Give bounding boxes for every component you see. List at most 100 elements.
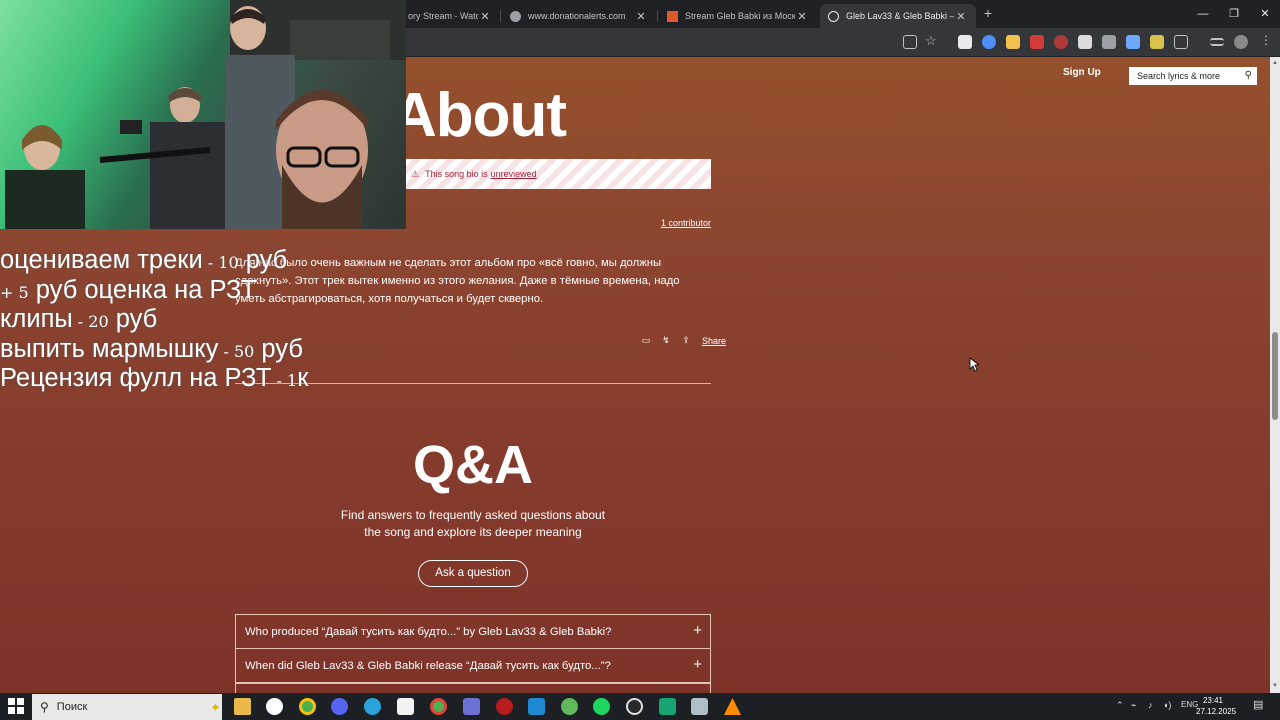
price-value: - 1 [271,371,298,390]
faq-item[interactable]: When did Gleb Lav33 & Gleb Babki release… [235,648,711,683]
close-window-button[interactable]: ✕ [1250,5,1280,23]
search-placeholder: Search lyrics & more [1137,71,1221,81]
extension-5-icon[interactable] [1054,35,1068,49]
microphone-icon[interactable]: ♪ [1148,700,1153,710]
scroll-thumb[interactable] [1272,332,1278,420]
calculator-icon[interactable] [463,698,480,715]
tab-twitch[interactable]: ory Stream - Watch ✕ [400,4,500,28]
unreviewed-link[interactable]: unreviewed [491,169,537,179]
camera-icon[interactable] [1102,35,1116,49]
chrome-icon[interactable] [299,698,316,715]
app-icon[interactable] [397,698,414,715]
shield-app-icon[interactable] [659,698,676,715]
extension-1-icon[interactable] [958,35,972,49]
close-icon[interactable]: ✕ [478,10,492,23]
scroll-down-icon[interactable]: ▼ [1272,683,1278,689]
mouse-cursor-icon [969,357,979,372]
app-gray-icon[interactable] [691,698,708,715]
yandex-browser-icon[interactable] [266,698,283,715]
tab-label: www.donationalerts.com [528,11,626,21]
price-unit: руб [254,334,303,363]
avatar[interactable] [1234,35,1248,49]
faq-item[interactable] [235,683,711,693]
expand-plus-icon[interactable]: + [693,657,702,673]
price-line: клипы - 20 руб [0,306,308,336]
search-input[interactable]: Search lyrics & more ⚲ [1129,67,1257,85]
spotify-icon[interactable] [593,698,610,715]
close-icon[interactable]: ✕ [954,10,968,23]
minimize-button[interactable]: — [1188,5,1218,23]
faq-question: When did Gleb Lav33 & Gleb Babki release… [245,659,611,672]
qa-heading: Q&A [413,435,533,495]
windows-start-icon[interactable] [8,698,24,714]
reading-list-icon[interactable] [1210,38,1224,46]
extension-9-icon[interactable] [1150,35,1164,49]
search-icon: ⚲ [40,700,49,714]
app-dark-icon[interactable] [626,698,643,715]
extension-4-icon[interactable] [1030,35,1044,49]
taskbar-search-label: Поиск [56,701,88,713]
close-icon[interactable]: ✕ [795,10,809,23]
chrome-active-icon[interactable] [430,698,447,715]
price-line: + 5 руб оценка на РЗТ [0,276,308,307]
extension-2-icon[interactable] [982,35,996,49]
sparkle-icon: ✦ [210,700,221,715]
webcam-scene [5,0,406,229]
translate-icon[interactable] [903,35,917,49]
bio-status-banner: ⚠ This song bio is unreviewed [405,159,711,189]
donation-price-list: оцениваем треки - 10 руб + 5 руб оценка … [0,247,308,395]
discord-icon[interactable] [331,698,348,715]
share-button[interactable]: Share [702,336,726,346]
contributor-link[interactable]: 1 contributor [661,218,711,228]
volume-icon[interactable]: ◖) [1163,700,1171,710]
menu-icon[interactable]: ⋮ [1260,33,1274,47]
network-icon[interactable]: ⌁ [1131,700,1136,711]
scroll-up-icon[interactable]: ▲ [1272,60,1278,66]
bio-actions: ▭ ↯ ⇪ Share [636,335,726,346]
tray-chevron-icon[interactable]: ⌃ [1116,700,1124,711]
comment-icon[interactable]: ▭ [636,335,656,346]
clock-date: 27.12.2025 [1196,707,1237,716]
taskbar-search-input[interactable]: ⚲ Поиск ✦ [32,694,222,720]
tab-stream[interactable]: Stream Gleb Babki из Москвы ✕ [659,4,817,28]
obs-icon[interactable] [496,698,513,715]
price-unit: руб [238,246,288,274]
page-scrollbar[interactable]: ▲ ▼ [1270,57,1280,693]
price-item: выпить мармышку [0,334,219,363]
warning-icon: ⚠ [411,168,420,179]
webcam-feed [0,0,406,229]
qa-subtitle: Find answers to frequently asked questio… [235,507,711,541]
tab-label: Gleb Lav33 & Gleb Babki – Дав [846,11,954,21]
about-heading: About [392,81,567,150]
restore-button[interactable]: ❐ [1219,5,1249,23]
price-value: - 10 [202,253,239,272]
price-unit: руб [108,305,158,333]
price-item: Рецензия фулл на РЗТ [0,364,272,392]
upvote-icon[interactable]: ↯ [656,335,676,346]
new-tab-button[interactable]: + [980,6,996,22]
bookmark-star-icon[interactable]: ☆ [925,33,939,48]
tab-genius[interactable]: Gleb Lav33 & Gleb Babki – Дав ✕ [820,4,976,28]
tab-donationalerts[interactable]: www.donationalerts.com ✕ [502,4,656,28]
file-explorer-icon[interactable] [234,698,251,715]
sign-up-link[interactable]: Sign Up [1063,67,1101,78]
notification-icon[interactable]: ▤ [1253,698,1263,711]
ask-question-button[interactable]: Ask a question [418,560,528,587]
share-icon[interactable]: ⇪ [676,335,696,346]
price-line: выпить мармышку - 50 руб [0,334,308,366]
taskbar-clock[interactable]: 23:41 27.12.2025 [1196,695,1237,717]
qa-subtitle-line: the song and explore its deeper meaning [364,525,582,539]
extensions-puzzle-icon[interactable] [1174,35,1188,49]
search-icon[interactable]: ⚲ [1245,70,1252,81]
extension-3-icon[interactable] [1006,35,1020,49]
faq-item[interactable]: Who produced “Давай тусить как будто...”… [235,614,711,649]
vlc-icon[interactable] [724,698,741,715]
app-green-icon[interactable] [561,698,578,715]
expand-plus-icon[interactable]: + [693,623,702,639]
extension-6-icon[interactable] [1078,35,1092,49]
vscode-icon[interactable] [528,698,545,715]
price-value: - 20 [72,312,109,331]
close-icon[interactable]: ✕ [634,10,648,23]
telegram-icon[interactable] [364,698,381,715]
extension-8-icon[interactable] [1126,35,1140,49]
